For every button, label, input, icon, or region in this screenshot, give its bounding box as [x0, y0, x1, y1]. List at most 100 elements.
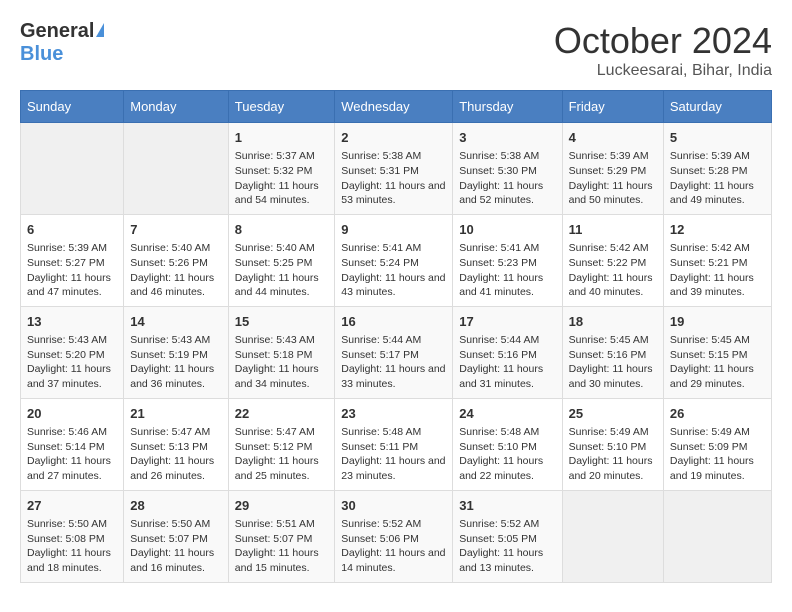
day-number: 23	[341, 405, 446, 423]
title-section: October 2024 Luckeesarai, Bihar, India	[554, 20, 772, 80]
day-number: 5	[670, 129, 765, 147]
calendar-cell: 3 Sunrise: 5:38 AMSunset: 5:30 PMDaylight…	[453, 123, 562, 215]
day-number: 27	[27, 497, 117, 515]
calendar-cell: 13 Sunrise: 5:43 AMSunset: 5:20 PMDayligh…	[21, 306, 124, 398]
day-info: Sunrise: 5:47 AMSunset: 5:12 PMDaylight:…	[235, 425, 328, 484]
day-number: 13	[27, 313, 117, 331]
day-number: 18	[569, 313, 657, 331]
day-info: Sunrise: 5:37 AMSunset: 5:32 PMDaylight:…	[235, 149, 328, 208]
calendar-cell: 23 Sunrise: 5:48 AMSunset: 5:11 PMDayligh…	[335, 398, 453, 490]
day-number: 12	[670, 221, 765, 239]
calendar-cell: 5 Sunrise: 5:39 AMSunset: 5:28 PMDaylight…	[663, 123, 771, 215]
calendar-cell: 11 Sunrise: 5:42 AMSunset: 5:22 PMDayligh…	[562, 214, 663, 306]
calendar-cell: 14Sunrise: 5:43 AMSunset: 5:19 PMDayligh…	[124, 306, 229, 398]
day-info: Sunrise: 5:48 AMSunset: 5:11 PMDaylight:…	[341, 425, 446, 484]
calendar-cell: 19Sunrise: 5:45 AMSunset: 5:15 PMDayligh…	[663, 306, 771, 398]
day-header-wednesday: Wednesday	[335, 91, 453, 123]
day-number: 31	[459, 497, 555, 515]
day-number: 24	[459, 405, 555, 423]
day-number: 20	[27, 405, 117, 423]
day-number: 3	[459, 129, 555, 147]
calendar-cell	[124, 123, 229, 215]
calendar-cell: 10 Sunrise: 5:41 AMSunset: 5:23 PMDayligh…	[453, 214, 562, 306]
day-info: Sunrise: 5:42 AMSunset: 5:22 PMDaylight:…	[569, 241, 657, 300]
day-number: 10	[459, 221, 555, 239]
day-info: Sunrise: 5:40 AMSunset: 5:26 PMDaylight:…	[130, 241, 222, 300]
day-number: 4	[569, 129, 657, 147]
day-number: 29	[235, 497, 328, 515]
calendar-cell: 8Sunrise: 5:40 AMSunset: 5:25 PMDaylight…	[228, 214, 334, 306]
day-number: 2	[341, 129, 446, 147]
day-number: 28	[130, 497, 222, 515]
calendar-cell: 2 Sunrise: 5:38 AMSunset: 5:31 PMDaylight…	[335, 123, 453, 215]
day-header-saturday: Saturday	[663, 91, 771, 123]
day-info: Sunrise: 5:41 AMSunset: 5:24 PMDaylight:…	[341, 241, 446, 300]
page-header: General Blue October 2024 Luckeesarai, B…	[20, 20, 772, 80]
logo-triangle-icon	[96, 23, 104, 37]
day-info: Sunrise: 5:49 AMSunset: 5:09 PMDaylight:…	[670, 425, 765, 484]
day-number: 1	[235, 129, 328, 147]
day-number: 11	[569, 221, 657, 239]
day-info: Sunrise: 5:42 AMSunset: 5:21 PMDaylight:…	[670, 241, 765, 300]
day-header-sunday: Sunday	[21, 91, 124, 123]
calendar-header: SundayMondayTuesdayWednesdayThursdayFrid…	[21, 91, 772, 123]
calendar-cell	[21, 123, 124, 215]
day-info: Sunrise: 5:44 AMSunset: 5:17 PMDaylight:…	[341, 333, 446, 392]
day-info: Sunrise: 5:44 AMSunset: 5:16 PMDaylight:…	[459, 333, 555, 392]
day-info: Sunrise: 5:38 AMSunset: 5:31 PMDaylight:…	[341, 149, 446, 208]
day-info: Sunrise: 5:39 AMSunset: 5:28 PMDaylight:…	[670, 149, 765, 208]
day-number: 15	[235, 313, 328, 331]
day-number: 7	[130, 221, 222, 239]
day-info: Sunrise: 5:46 AMSunset: 5:14 PMDaylight:…	[27, 425, 117, 484]
day-number: 25	[569, 405, 657, 423]
day-number: 9	[341, 221, 446, 239]
day-number: 21	[130, 405, 222, 423]
calendar-table: SundayMondayTuesdayWednesdayThursdayFrid…	[20, 90, 772, 583]
day-number: 17	[459, 313, 555, 331]
week-row: 13 Sunrise: 5:43 AMSunset: 5:20 PMDayligh…	[21, 306, 772, 398]
calendar-cell: 29 Sunrise: 5:51 AMSunset: 5:07 PMDayligh…	[228, 490, 334, 582]
calendar-cell: 20 Sunrise: 5:46 AMSunset: 5:14 PMDayligh…	[21, 398, 124, 490]
day-info: Sunrise: 5:40 AMSunset: 5:25 PMDaylight:…	[235, 241, 328, 300]
week-row: 20 Sunrise: 5:46 AMSunset: 5:14 PMDayligh…	[21, 398, 772, 490]
day-info: Sunrise: 5:47 AMSunset: 5:13 PMDaylight:…	[130, 425, 222, 484]
day-number: 6	[27, 221, 117, 239]
day-info: Sunrise: 5:48 AMSunset: 5:10 PMDaylight:…	[459, 425, 555, 484]
calendar-cell: 31 Sunrise: 5:52 AMSunset: 5:05 PMDayligh…	[453, 490, 562, 582]
calendar-cell: 15 Sunrise: 5:43 AMSunset: 5:18 PMDayligh…	[228, 306, 334, 398]
day-info: Sunrise: 5:41 AMSunset: 5:23 PMDaylight:…	[459, 241, 555, 300]
day-info: Sunrise: 5:52 AMSunset: 5:05 PMDaylight:…	[459, 517, 555, 576]
logo-blue-text: Blue	[20, 43, 63, 66]
logo-general-text: General	[20, 20, 94, 43]
day-info: Sunrise: 5:43 AMSunset: 5:20 PMDaylight:…	[27, 333, 117, 392]
day-info: Sunrise: 5:43 AMSunset: 5:18 PMDaylight:…	[235, 333, 328, 392]
day-header-monday: Monday	[124, 91, 229, 123]
calendar-cell: 18Sunrise: 5:45 AMSunset: 5:16 PMDayligh…	[562, 306, 663, 398]
calendar-cell	[663, 490, 771, 582]
calendar-cell: 9 Sunrise: 5:41 AMSunset: 5:24 PMDaylight…	[335, 214, 453, 306]
calendar-cell: 21 Sunrise: 5:47 AMSunset: 5:13 PMDayligh…	[124, 398, 229, 490]
location-subtitle: Luckeesarai, Bihar, India	[554, 62, 772, 80]
day-info: Sunrise: 5:38 AMSunset: 5:30 PMDaylight:…	[459, 149, 555, 208]
week-row: 1 Sunrise: 5:37 AMSunset: 5:32 PMDaylight…	[21, 123, 772, 215]
day-info: Sunrise: 5:50 AMSunset: 5:07 PMDaylight:…	[130, 517, 222, 576]
day-info: Sunrise: 5:51 AMSunset: 5:07 PMDaylight:…	[235, 517, 328, 576]
day-info: Sunrise: 5:52 AMSunset: 5:06 PMDaylight:…	[341, 517, 446, 576]
calendar-body: 1 Sunrise: 5:37 AMSunset: 5:32 PMDaylight…	[21, 123, 772, 583]
day-info: Sunrise: 5:49 AMSunset: 5:10 PMDaylight:…	[569, 425, 657, 484]
days-row: SundayMondayTuesdayWednesdayThursdayFrid…	[21, 91, 772, 123]
day-header-tuesday: Tuesday	[228, 91, 334, 123]
calendar-cell: 17 Sunrise: 5:44 AMSunset: 5:16 PMDayligh…	[453, 306, 562, 398]
logo: General Blue	[20, 20, 104, 66]
calendar-cell: 28 Sunrise: 5:50 AMSunset: 5:07 PMDayligh…	[124, 490, 229, 582]
day-info: Sunrise: 5:43 AMSunset: 5:19 PMDaylight:…	[130, 333, 222, 392]
calendar-cell: 27Sunrise: 5:50 AMSunset: 5:08 PMDayligh…	[21, 490, 124, 582]
calendar-cell: 4Sunrise: 5:39 AMSunset: 5:29 PMDaylight…	[562, 123, 663, 215]
calendar-cell: 26 Sunrise: 5:49 AMSunset: 5:09 PMDayligh…	[663, 398, 771, 490]
day-number: 19	[670, 313, 765, 331]
day-number: 16	[341, 313, 446, 331]
day-header-friday: Friday	[562, 91, 663, 123]
day-number: 26	[670, 405, 765, 423]
week-row: 27Sunrise: 5:50 AMSunset: 5:08 PMDayligh…	[21, 490, 772, 582]
day-number: 22	[235, 405, 328, 423]
